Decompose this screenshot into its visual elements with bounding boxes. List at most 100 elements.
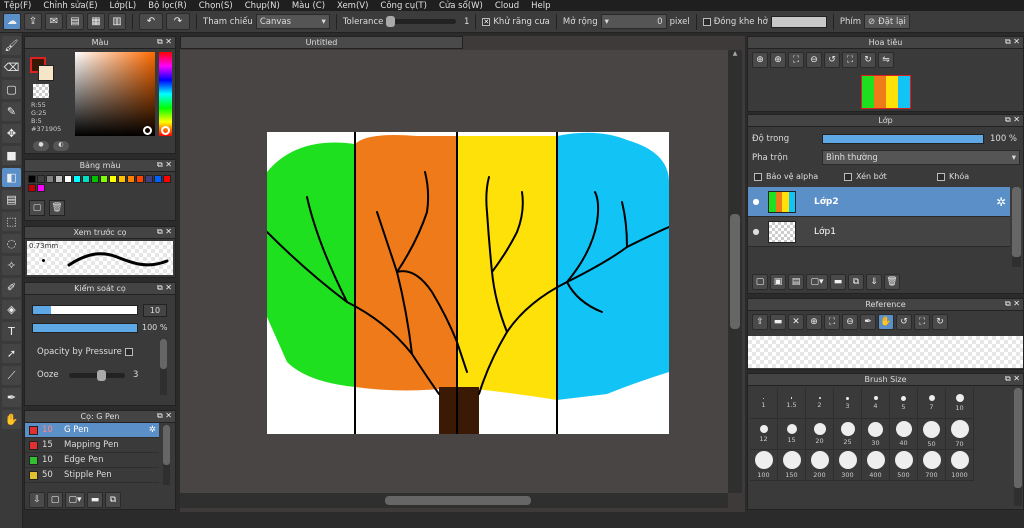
brush-size-cell[interactable]: 10 bbox=[946, 388, 974, 419]
close-icon[interactable]: ✕ bbox=[788, 314, 804, 330]
new-layer-1bit-icon[interactable]: ▤ bbox=[788, 274, 804, 290]
palette-delete-icon[interactable]: 🗑 bbox=[49, 200, 65, 216]
brush-size-cell[interactable]: 5 bbox=[890, 388, 918, 419]
scroll-thumb[interactable] bbox=[163, 425, 170, 465]
panel-close-icon[interactable]: ⧉ ✕ bbox=[157, 283, 172, 293]
rotate-left-icon[interactable]: ↺ bbox=[824, 52, 840, 68]
palette-swatch[interactable] bbox=[109, 175, 117, 183]
panel-close-icon[interactable]: ⧉ ✕ bbox=[1005, 374, 1020, 384]
brush-size-cell[interactable]: 7 bbox=[918, 388, 946, 419]
document-viewport[interactable] bbox=[180, 50, 728, 493]
cloud-icon[interactable]: ☁ bbox=[3, 13, 21, 30]
menu-color[interactable]: Màu (C) bbox=[292, 1, 325, 11]
menu-cloud[interactable]: Cloud bbox=[495, 1, 519, 11]
pressure-checkbox[interactable] bbox=[125, 348, 133, 356]
brush-size-cell[interactable]: 4 bbox=[862, 388, 890, 419]
panel-close-icon[interactable]: ⧉ ✕ bbox=[157, 37, 172, 47]
tolerance-slider[interactable] bbox=[386, 16, 457, 27]
document-tab[interactable]: Untitled bbox=[180, 36, 463, 49]
flip-icon[interactable]: ⇋ bbox=[878, 52, 894, 68]
folder-icon[interactable]: ▬ bbox=[830, 274, 846, 290]
zoom-in-2-icon[interactable]: ⊕ bbox=[770, 52, 786, 68]
visibility-icon[interactable]: ● bbox=[748, 227, 764, 236]
canvas-vertical-scrollbar[interactable]: ▲ bbox=[728, 50, 742, 493]
menu-view[interactable]: Xem(V) bbox=[337, 1, 368, 11]
copy-icon[interactable]: ⧉ bbox=[105, 492, 121, 508]
brush-size-cell[interactable]: 25 bbox=[834, 419, 862, 450]
close-gap-checkbox[interactable] bbox=[702, 17, 711, 26]
scroll-thumb[interactable] bbox=[1012, 187, 1021, 257]
menu-capture[interactable]: Chụp(N) bbox=[245, 1, 280, 11]
palette-swatch[interactable] bbox=[46, 175, 54, 183]
drawing-canvas[interactable] bbox=[267, 132, 669, 434]
brush-size-cell[interactable]: 3 bbox=[834, 388, 862, 419]
magic-wand-tool-icon[interactable]: ✧ bbox=[2, 256, 21, 275]
upload-icon[interactable]: ⇧ bbox=[752, 314, 768, 330]
zoom-out-icon[interactable]: ⊖ bbox=[842, 314, 858, 330]
brush-size-cell[interactable]: 70 bbox=[946, 419, 974, 450]
palette-swatch[interactable] bbox=[118, 175, 126, 183]
add-layer-dropdown-icon[interactable]: ▢▾ bbox=[806, 274, 828, 290]
scroll-thumb[interactable] bbox=[730, 214, 740, 329]
ooze-slider[interactable] bbox=[69, 370, 125, 381]
delete-layer-icon[interactable]: 🗑 bbox=[884, 274, 900, 290]
brush-size-cell[interactable]: 2 bbox=[806, 388, 834, 419]
brush-opacity-bar[interactable] bbox=[32, 323, 138, 333]
transparent-color-swatch[interactable] bbox=[33, 84, 49, 98]
scroll-thumb[interactable] bbox=[385, 496, 531, 505]
menu-help[interactable]: Help bbox=[531, 1, 550, 11]
zoom-in-icon[interactable]: ⊕ bbox=[806, 314, 822, 330]
palette-swatch[interactable] bbox=[154, 175, 162, 183]
ooze-slider-knob[interactable] bbox=[97, 370, 106, 381]
menu-select[interactable]: Chọn(S) bbox=[199, 1, 233, 11]
brush-control-scrollbar[interactable] bbox=[160, 339, 167, 395]
hue-slider[interactable] bbox=[159, 52, 172, 136]
correction-tool-icon[interactable]: ✎ bbox=[2, 102, 21, 121]
reference-select[interactable]: Canvas ▾ bbox=[255, 14, 330, 29]
palette-swatch[interactable] bbox=[73, 175, 81, 183]
zoom-in-icon[interactable]: ⊕ bbox=[752, 52, 768, 68]
pen-item-mapping-pen[interactable]: 15 Mapping Pen bbox=[25, 438, 159, 453]
new-layer-icon[interactable]: ▢ bbox=[752, 274, 768, 290]
redo-icon[interactable]: ↷ bbox=[166, 13, 190, 30]
move-tool-icon[interactable]: ✥ bbox=[2, 124, 21, 143]
menu-tools[interactable]: Công cụ(T) bbox=[380, 1, 427, 11]
brush-size-cell[interactable]: 30 bbox=[862, 419, 890, 450]
palette-swatch[interactable] bbox=[37, 184, 45, 192]
layer-row-2[interactable]: ● Lớp2 ✲ bbox=[748, 187, 1010, 217]
protect-alpha-checkbox[interactable] bbox=[754, 173, 762, 181]
clipboard-icon[interactable]: ▦ bbox=[87, 13, 105, 30]
palette-swatch[interactable] bbox=[145, 175, 153, 183]
menu-edit[interactable]: Chỉnh sửa(E) bbox=[43, 1, 97, 11]
new-brush-icon[interactable]: ▢ bbox=[47, 492, 63, 508]
color-add-button[interactable]: ◐ bbox=[53, 141, 69, 151]
fit-icon[interactable]: ⛶ bbox=[824, 314, 840, 330]
brush-size-scrollbar[interactable] bbox=[1014, 388, 1022, 506]
palette-swatch[interactable] bbox=[127, 175, 135, 183]
eyedropper-icon[interactable]: ✒ bbox=[860, 314, 876, 330]
palette-swatch[interactable] bbox=[64, 175, 72, 183]
cloud-download-icon[interactable]: ⇩ bbox=[29, 492, 45, 508]
share-icon[interactable]: ⇪ bbox=[24, 13, 42, 30]
brush-size-cell[interactable]: 15 bbox=[778, 419, 806, 450]
hand-tool-icon[interactable]: ✋ bbox=[2, 410, 21, 429]
reference-image-area[interactable] bbox=[748, 336, 1023, 368]
gradient-tool-icon[interactable]: ▤ bbox=[2, 190, 21, 209]
expand-input[interactable]: ▾ 0 bbox=[600, 14, 667, 29]
panel-close-icon[interactable]: ⧉ ✕ bbox=[1005, 37, 1020, 47]
saturation-value-picker[interactable] bbox=[75, 52, 155, 136]
open-folder-icon[interactable]: ▬ bbox=[770, 314, 786, 330]
palette-swatch[interactable] bbox=[28, 175, 36, 183]
brush-size-cell[interactable]: 1 bbox=[750, 388, 778, 419]
color-mode-button[interactable]: ● bbox=[33, 141, 49, 151]
hand-icon[interactable]: ✋ bbox=[878, 314, 894, 330]
sub-color-swatch[interactable] bbox=[38, 65, 54, 81]
lasso-tool-icon[interactable]: ◌ bbox=[2, 234, 21, 253]
eraser-tool-icon[interactable]: ⌫ bbox=[2, 58, 21, 77]
layer-opacity-bar[interactable] bbox=[822, 134, 984, 144]
pen-item-edge-pen[interactable]: 10 Edge Pen bbox=[25, 453, 159, 468]
copy-layer-icon[interactable]: ⧉ bbox=[848, 274, 864, 290]
palette-swatch[interactable] bbox=[28, 184, 36, 192]
text-tool-icon[interactable]: T bbox=[2, 322, 21, 341]
panel-close-icon[interactable]: ⧉ ✕ bbox=[1005, 115, 1020, 125]
